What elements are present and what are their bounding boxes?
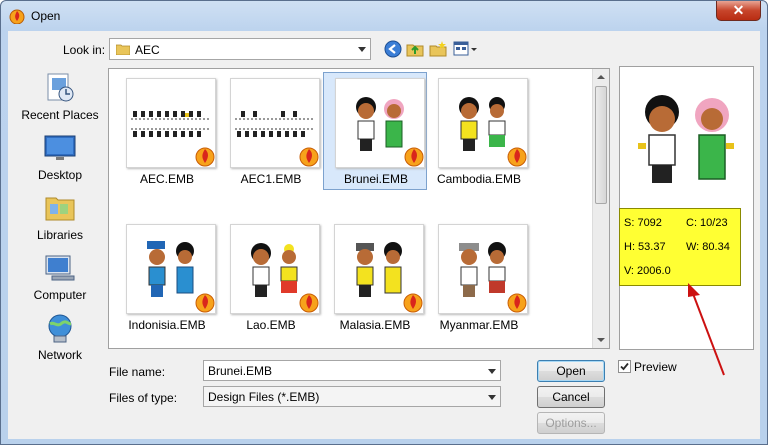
dialog-client-area: Look in: AEC Recent Places Desktop Libra…	[8, 31, 760, 439]
file-item-myanmar[interactable]: Myanmar.EMB	[427, 219, 531, 337]
file-thumbnail	[438, 78, 528, 168]
folder-icon	[116, 44, 130, 55]
file-name-label: Cambodia.EMB	[436, 172, 522, 186]
vertical-scrollbar[interactable]	[592, 69, 609, 348]
file-name-label: Lao.EMB	[246, 318, 296, 332]
flame-icon	[195, 293, 215, 313]
scroll-thumb[interactable]	[595, 86, 607, 204]
file-item-aec1[interactable]: AEC1.EMB	[219, 73, 323, 191]
place-label: Desktop	[37, 168, 83, 182]
file-thumbnail	[126, 78, 216, 168]
files-of-type-value: Design Files (*.EMB)	[208, 390, 320, 404]
file-name-input[interactable]: Brunei.EMB	[203, 360, 501, 381]
place-label: Computer	[33, 288, 87, 302]
flame-icon	[195, 147, 215, 167]
file-name-label: Malasia.EMB	[339, 318, 411, 332]
file-name-label: AEC.EMB	[139, 172, 194, 186]
chevron-down-icon[interactable]	[488, 369, 496, 374]
look-in-dropdown[interactable]: AEC	[109, 38, 371, 60]
format-version: V: 2006.0	[624, 265, 671, 277]
file-thumbnail	[230, 224, 320, 314]
window-title: Open	[31, 9, 61, 23]
chevron-down-icon[interactable]	[358, 47, 366, 52]
flame-icon	[403, 293, 423, 313]
file-thumbnail	[334, 224, 424, 314]
design-info-box: S: 7092 C: 10/23 H: 53.37 W: 80.34 V: 20…	[619, 208, 741, 286]
color-count: C: 10/23	[686, 217, 728, 229]
flame-icon	[299, 293, 319, 313]
computer-icon	[45, 255, 75, 281]
view-menu-icon[interactable]	[452, 39, 478, 59]
place-label: Network	[37, 348, 82, 362]
scroll-down-icon[interactable]	[597, 338, 605, 342]
file-item-aec[interactable]: AEC.EMB	[115, 73, 219, 191]
options-button[interactable]: Options...	[537, 412, 605, 434]
cancel-button[interactable]: Cancel	[537, 386, 605, 408]
place-label: Recent Places	[21, 108, 99, 122]
stitch-count: S: 7092	[624, 217, 662, 229]
flame-icon	[404, 147, 424, 167]
file-list[interactable]: AEC.EMB AEC1.EMB Brunei.EMB Cambodia.EMB…	[108, 68, 610, 349]
file-thumbnail	[230, 78, 320, 168]
up-folder-icon[interactable]	[405, 39, 425, 59]
file-name-value: Brunei.EMB	[208, 364, 273, 378]
file-name-label: File name:	[109, 365, 166, 379]
open-dialog-window: Open ✕ Look in: AEC Recent Places Deskto…	[0, 0, 768, 445]
flame-icon	[507, 293, 527, 313]
files-of-type-select[interactable]: Design Files (*.EMB)	[203, 386, 501, 407]
chevron-down-icon[interactable]	[488, 395, 496, 400]
place-label: Libraries	[36, 228, 84, 242]
files-of-type-label: Files of type:	[109, 391, 178, 405]
desktop-icon	[44, 135, 76, 160]
recent-places-icon	[47, 73, 74, 102]
file-item-brunei[interactable]: Brunei.EMB	[323, 72, 427, 190]
new-folder-icon[interactable]	[428, 39, 448, 59]
file-thumbnail	[126, 224, 216, 314]
place-recent-places[interactable]: Recent Places	[12, 72, 108, 130]
look-in-label: Look in:	[63, 43, 106, 57]
open-button[interactable]: Open	[537, 360, 605, 382]
red-annotation-arrow-icon	[688, 283, 725, 376]
place-desktop[interactable]: Desktop	[12, 132, 108, 190]
checkmark-icon	[620, 362, 629, 371]
file-thumbnail	[335, 78, 425, 168]
places-bar: Recent Places Desktop Libraries Computer…	[12, 68, 108, 368]
file-item-indonisia[interactable]: Indonisia.EMB	[115, 219, 219, 337]
place-computer[interactable]: Computer	[12, 252, 108, 310]
file-name-label: AEC1.EMB	[240, 172, 302, 186]
preview-image	[638, 95, 734, 183]
place-libraries[interactable]: Libraries	[12, 192, 108, 250]
network-icon	[48, 314, 72, 343]
close-button[interactable]: ✕	[716, 1, 761, 21]
file-thumbnail	[438, 224, 528, 314]
look-in-value: AEC	[135, 43, 160, 57]
file-name-label: Indonisia.EMB	[128, 318, 206, 332]
scroll-up-icon[interactable]	[597, 75, 605, 79]
design-height: H: 53.37	[624, 241, 666, 253]
app-flame-icon	[9, 9, 25, 24]
preview-checkbox-label: Preview	[634, 360, 677, 374]
flame-icon	[507, 147, 527, 167]
flame-icon	[299, 147, 319, 167]
preview-checkbox[interactable]	[618, 360, 631, 373]
design-width: W: 80.34	[686, 241, 730, 253]
file-name-label: Myanmar.EMB	[439, 318, 519, 332]
file-item-malasia[interactable]: Malasia.EMB	[323, 219, 427, 337]
file-name-label: Brunei.EMB	[343, 172, 409, 186]
place-network[interactable]: Network	[12, 312, 108, 370]
title-bar[interactable]: Open ✕	[1, 1, 767, 31]
file-item-cambodia[interactable]: Cambodia.EMB	[427, 73, 531, 191]
libraries-icon	[45, 197, 75, 221]
back-icon[interactable]	[383, 39, 403, 59]
file-item-lao[interactable]: Lao.EMB	[219, 219, 323, 337]
